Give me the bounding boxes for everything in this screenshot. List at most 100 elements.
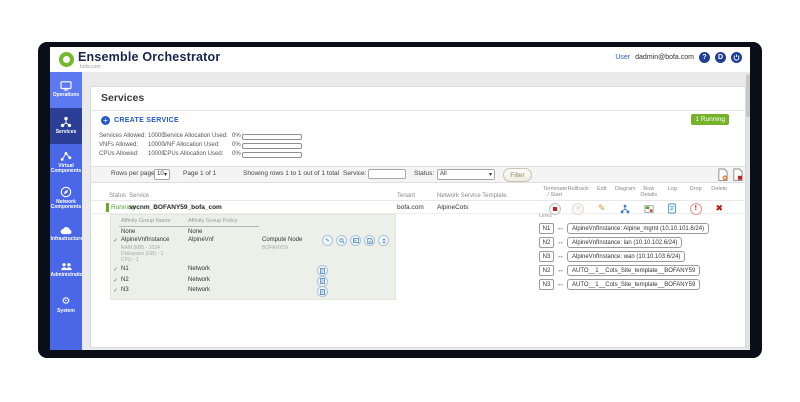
title-divider bbox=[91, 110, 745, 111]
link-arrow-icon: ↔ bbox=[557, 266, 564, 275]
row-details-icon[interactable] bbox=[644, 204, 654, 214]
sidebar-item-services[interactable]: Services bbox=[50, 108, 82, 144]
hierarchy-icon bbox=[60, 116, 72, 128]
affinity-header-rule bbox=[119, 226, 259, 227]
rollback-icon[interactable]: ↺ bbox=[572, 203, 584, 215]
vnf-policy: AlpineVnf bbox=[188, 237, 214, 243]
chevron-down-icon: ▾ bbox=[164, 171, 167, 178]
affinity-policy-header: Affinity Group Policy bbox=[188, 218, 237, 224]
vnf-used-bar bbox=[242, 143, 302, 149]
check-icon: ✓ bbox=[113, 287, 118, 294]
help-icon[interactable]: ? bbox=[699, 52, 710, 63]
rows-per-page-select[interactable]: 10▾ bbox=[154, 169, 170, 180]
people-icon bbox=[60, 262, 73, 271]
port-box: N3 bbox=[539, 279, 554, 290]
log-icon[interactable] bbox=[667, 203, 677, 214]
n2-log-icon[interactable] bbox=[317, 276, 328, 287]
services-allowed-label: Services Allowed: bbox=[99, 133, 146, 139]
sidebar-item-virtual-components[interactable]: Virtual Components bbox=[50, 144, 82, 180]
n3-log-icon[interactable] bbox=[317, 286, 328, 297]
user-label: User bbox=[615, 54, 630, 61]
check-icon: ✓ bbox=[113, 266, 118, 273]
running-count-badge: 1 Running bbox=[691, 114, 729, 125]
sidebar-item-system[interactable]: ⚙ System bbox=[50, 288, 82, 324]
link-target: AlpineVnfInstance: lan (10.10.102.6/24) bbox=[567, 237, 682, 248]
service-used-label: Service Allocation Used: bbox=[163, 133, 228, 139]
col-service: Service bbox=[129, 193, 149, 199]
port-box: N2 bbox=[539, 237, 554, 248]
template-cell: AlpineCots bbox=[437, 204, 468, 211]
action-columns-header: Terminate / StartRollback EditDiagram Ro… bbox=[543, 186, 731, 198]
page-remove-icon[interactable] bbox=[732, 168, 743, 181]
cloud-icon bbox=[60, 226, 73, 235]
n1-log-icon[interactable] bbox=[317, 265, 328, 276]
compass-icon bbox=[60, 186, 72, 198]
affinity-panel: Affinity Group Name Affinity Group Polic… bbox=[110, 214, 396, 300]
gear-icon: ⚙ bbox=[62, 297, 71, 307]
vnf-export-icon[interactable] bbox=[364, 235, 375, 246]
ensemble-logo-icon bbox=[59, 52, 74, 67]
power-icon[interactable] bbox=[731, 52, 742, 63]
col-tenant: Tenant bbox=[397, 193, 415, 199]
create-service-button[interactable]: CREATE SERVICE bbox=[114, 117, 179, 124]
vnf-console-icon[interactable]: ✎ bbox=[322, 235, 333, 246]
network-n1-name: N1 bbox=[121, 266, 129, 272]
vnf-instance-name: AlpineVnfInstance bbox=[121, 237, 169, 243]
create-service-plus-icon[interactable]: + bbox=[101, 116, 110, 125]
monitor-icon bbox=[60, 81, 72, 91]
table-row[interactable]: Running svcnm_BOFANY59_bofa_com bofa.com… bbox=[91, 200, 745, 214]
vnf-inspect-icon[interactable] bbox=[336, 235, 347, 246]
page-add-icon[interactable] bbox=[717, 168, 728, 181]
delete-icon[interactable]: ✖ bbox=[715, 203, 723, 214]
link-target: AlpineVnfInstance: wan (10.10.103.6/24) bbox=[567, 251, 685, 262]
tenant-cell: bofa.com bbox=[397, 204, 424, 211]
status-bar bbox=[106, 203, 109, 212]
virtual-nodes-icon bbox=[60, 150, 72, 162]
check-icon: ✓ bbox=[113, 237, 118, 244]
check-icon: ✓ bbox=[113, 277, 118, 284]
network-n1-policy: Network bbox=[188, 266, 210, 272]
vnf-terminal-icon[interactable] bbox=[350, 235, 361, 246]
vnf-levels-icon[interactable] bbox=[378, 235, 389, 246]
app-header: Ensemble Orchestrator bofa.com User dadm… bbox=[50, 47, 750, 73]
sidebar-item-network-components[interactable]: Network Components bbox=[50, 180, 82, 216]
sidebar-item-administration[interactable]: Administration bbox=[50, 252, 82, 288]
link-item: N2 ↔ AUTO__1__Cots_Site_template__BOFANY… bbox=[539, 265, 700, 276]
page-title: Services bbox=[101, 92, 144, 104]
port-box: N3 bbox=[539, 251, 554, 262]
vnf-spec-cpu: CPU - 1 bbox=[121, 257, 139, 263]
link-arrow-icon: ↔ bbox=[557, 224, 564, 233]
chevron-down-icon: ▾ bbox=[489, 171, 492, 178]
brand-icon[interactable]: D bbox=[715, 52, 726, 63]
service-used-bar bbox=[242, 134, 302, 140]
vnfs-allowed-label: VNFs Allowed: bbox=[99, 142, 138, 148]
scrollbar-thumb[interactable] bbox=[746, 75, 750, 117]
affinity-row-name: None bbox=[121, 229, 135, 235]
monitor-frame: Ensemble Orchestrator bofa.com User dadm… bbox=[38, 42, 762, 358]
cpu-used-value: 0% bbox=[232, 151, 241, 157]
status-filter-select[interactable]: All▾ bbox=[437, 169, 495, 180]
sidebar-item-infrastructure[interactable]: Infrastructure bbox=[50, 216, 82, 252]
rows-per-page-label: Rows per page bbox=[111, 170, 155, 177]
link-item: N3 ↔ AlpineVnfInstance: wan (10.10.103.6… bbox=[539, 251, 685, 262]
sidebar-item-operations[interactable]: Operations bbox=[50, 72, 82, 108]
app-window: Ensemble Orchestrator bofa.com User dadm… bbox=[50, 47, 750, 350]
vnf-used-label: VNF Allocation Used: bbox=[163, 142, 220, 148]
link-arrow-icon: ↔ bbox=[557, 252, 564, 261]
filter-button[interactable]: Filter bbox=[503, 168, 532, 182]
service-filter-input[interactable] bbox=[368, 169, 406, 179]
drop-icon[interactable]: ! bbox=[690, 203, 702, 215]
diagram-icon[interactable] bbox=[620, 204, 630, 214]
status-filter-label: Status: bbox=[414, 170, 434, 177]
link-target: AUTO__1__Cots_Site_template__BOFANY59 bbox=[567, 279, 700, 290]
app-title: Ensemble Orchestrator bbox=[78, 50, 220, 64]
sidebar: Operations Services Virtual Components N… bbox=[50, 72, 82, 350]
network-n2-name: N2 bbox=[121, 277, 129, 283]
link-item: N1 ↔ AlpineVnfInstance: Alpine_mgmt (10.… bbox=[539, 223, 709, 234]
service-filter-label: Service: bbox=[343, 170, 366, 177]
links-title: Links bbox=[539, 213, 552, 219]
edit-icon[interactable]: ✎ bbox=[598, 203, 606, 214]
service-name: svcnm_BOFANY59_bofa_com bbox=[129, 204, 222, 211]
compute-node-label: Compute Node bbox=[262, 237, 302, 243]
network-n3-policy: Network bbox=[188, 287, 210, 293]
